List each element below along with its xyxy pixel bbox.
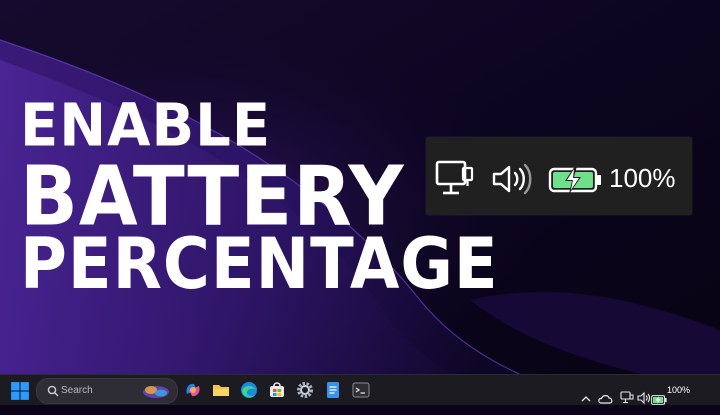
windows-start-icon[interactable] <box>10 381 30 401</box>
headline-line-3: PERCENTAGE <box>20 224 499 306</box>
search-placeholder: Search <box>61 385 93 396</box>
store-icon[interactable] <box>267 380 287 400</box>
taskbar-battery-percentage[interactable]: 100% <box>667 383 690 397</box>
copilot-icon[interactable] <box>183 380 203 400</box>
taskbar: Search 100% <box>0 374 720 405</box>
edge-icon[interactable] <box>239 380 259 400</box>
search-icon <box>47 385 59 397</box>
settings-icon[interactable] <box>295 380 315 400</box>
notepad-icon[interactable] <box>323 380 343 400</box>
search-box[interactable]: Search <box>36 378 178 404</box>
volume-icon <box>492 163 532 195</box>
onedrive-icon[interactable] <box>598 384 614 414</box>
terminal-icon[interactable] <box>351 380 371 400</box>
search-highlight-icon <box>143 386 169 398</box>
network-icon[interactable] <box>620 383 634 413</box>
chevron-up-icon[interactable] <box>580 384 592 414</box>
volume-icon[interactable] <box>637 383 651 413</box>
battery-charging-icon <box>548 166 601 194</box>
zoomed-system-tray: 100% <box>426 137 692 215</box>
network-icon <box>435 160 474 195</box>
file-explorer-icon[interactable] <box>211 380 231 400</box>
battery-percentage-label: 100% <box>609 163 676 193</box>
battery-charging-icon[interactable] <box>651 385 667 415</box>
